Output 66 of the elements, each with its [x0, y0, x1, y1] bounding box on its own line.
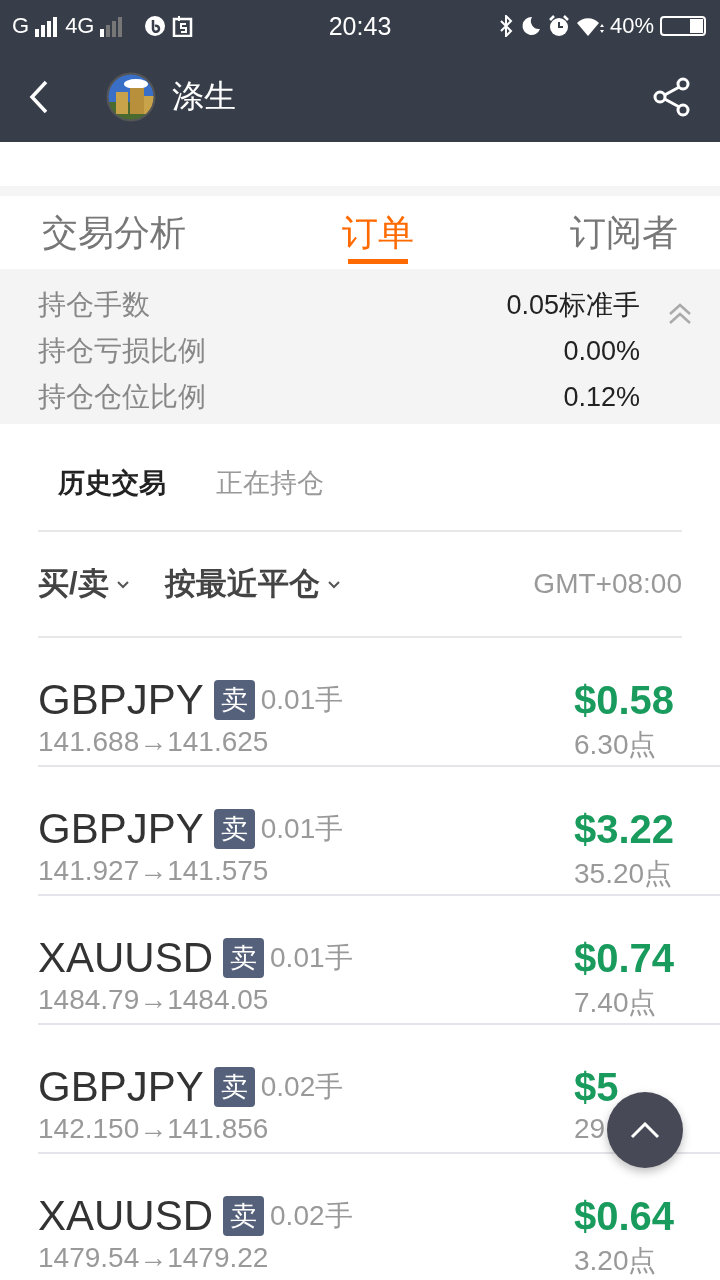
price-range: 141.927→141.575	[38, 855, 270, 887]
points-value: 3.20点	[574, 1244, 657, 1278]
double-chevron-up-icon	[668, 302, 692, 326]
profit-amount: $0.58	[574, 677, 675, 724]
symbol-name: GBPJPY	[38, 805, 204, 853]
lot-size: 0.02手	[270, 1199, 353, 1233]
side-badge: 卖	[223, 938, 265, 978]
points-value: 29	[574, 1113, 606, 1145]
tab[interactable]: 历史交易	[48, 461, 176, 505]
profit-amount: $5	[574, 1064, 619, 1111]
side-badge: 卖	[213, 1067, 255, 1107]
points-value: 6.30点	[574, 728, 657, 762]
symbol-name: GBPJPY	[38, 676, 204, 724]
side-badge: 卖	[213, 809, 255, 849]
clock-time: 20:43	[327, 11, 393, 41]
summary-label: 持仓仓位比例	[38, 380, 206, 414]
lot-size: 0.01手	[270, 941, 353, 975]
share-icon	[652, 77, 692, 117]
caret-icon	[327, 579, 340, 589]
summary-label: 持仓手数	[38, 288, 150, 322]
points-value: 35.20点	[574, 857, 673, 891]
lot-size: 0.02手	[260, 1070, 344, 1104]
bluetooth-icon	[497, 15, 514, 37]
profit-amount: $0.74	[574, 935, 675, 982]
price-range: 1484.79→1484.05	[38, 984, 270, 1016]
summary-value: 0.00%	[563, 335, 640, 367]
price-range: 142.150→141.856	[38, 1113, 270, 1145]
side-badge: 卖	[213, 680, 255, 720]
network-label: 4G	[65, 13, 95, 39]
filter-dropdown[interactable]: 买/卖	[38, 563, 129, 605]
price-range: 1479.54→1479.22	[38, 1242, 270, 1274]
back-icon	[28, 80, 50, 114]
profit-amount: $0.64	[574, 1193, 675, 1240]
trade-row[interactable]: GBPJPY 卖 0.01手 141.688→141.625 $0.58 6.30点	[38, 638, 720, 767]
back-button[interactable]	[28, 80, 50, 114]
symbol-name: XAUUSD	[38, 934, 214, 982]
tab[interactable]: 交易分析	[42, 196, 186, 269]
trade-row[interactable]: XAUUSD 卖 0.01手 1484.79→1484.05 $0.74 7.40点	[38, 896, 720, 1025]
signal-icon	[100, 15, 125, 37]
symbol-name: XAUUSD	[38, 1192, 214, 1240]
alarm-icon	[547, 15, 570, 37]
chevron-up-icon	[630, 1121, 660, 1139]
music-icon	[144, 15, 167, 37]
signal-icon	[35, 15, 60, 37]
wifi-icon	[575, 15, 604, 37]
lot-size: 0.01手	[260, 683, 344, 717]
battery-percent: 40%	[609, 13, 654, 39]
side-badge: 卖	[223, 1196, 265, 1236]
price-range: 141.688→141.625	[38, 726, 270, 758]
tab[interactable]: 订阅者	[570, 196, 678, 269]
user-name: 涤生	[172, 77, 236, 116]
share-button[interactable]	[652, 77, 692, 117]
summary-value: 0.05标准手	[506, 289, 640, 322]
caret-icon	[116, 579, 129, 589]
summary-label: 持仓亏损比例	[38, 334, 206, 368]
timezone-label: GMT+08:00	[533, 568, 682, 600]
summary-value: 0.12%	[563, 381, 640, 413]
network-label: G	[12, 13, 30, 39]
profit-amount: $3.22	[574, 806, 675, 853]
symbol-name: GBPJPY	[38, 1063, 204, 1111]
points-value: 7.40点	[574, 986, 657, 1020]
filter-dropdown[interactable]: 按最近平仓	[164, 563, 340, 605]
battery-icon	[660, 16, 708, 36]
lot-size: 0.01手	[260, 812, 344, 846]
trade-row[interactable]: GBPJPY 卖 0.01手 141.927→141.575 $3.22 35.20点	[38, 767, 720, 896]
app-icon	[172, 15, 194, 37]
